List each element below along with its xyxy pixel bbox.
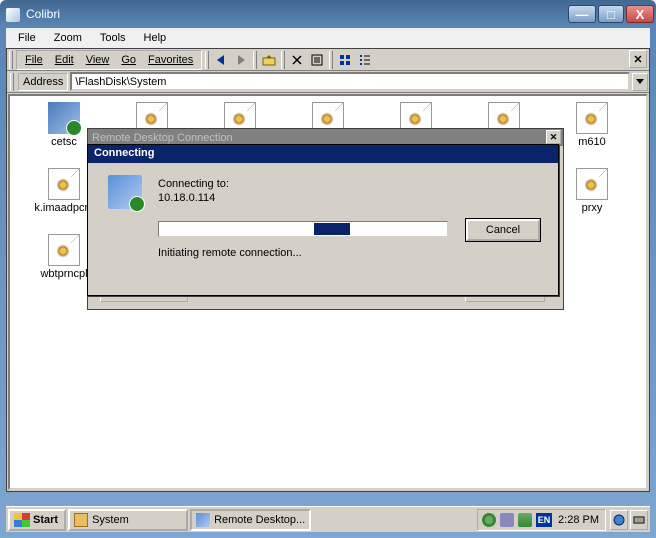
explorer-close-button[interactable]: ✕ xyxy=(629,50,647,68)
file-icon xyxy=(48,168,80,200)
connecting-body: Connecting to: 10.18.0.114 Cancel Initia… xyxy=(88,163,558,295)
sip-button[interactable] xyxy=(630,510,648,530)
explorer-toolbar: File Edit View Go Favorites ✕ xyxy=(7,49,649,71)
view-large-icons-button[interactable] xyxy=(335,51,355,69)
taskbar-task-button[interactable]: Remote Desktop... xyxy=(190,509,311,531)
tray-icon-2[interactable] xyxy=(500,513,514,527)
task-buttons: System Remote Desktop... xyxy=(68,509,311,531)
task-label: Remote Desktop... xyxy=(214,514,305,526)
address-grip[interactable] xyxy=(10,73,14,91)
menu-tools[interactable]: Tools xyxy=(92,30,134,46)
file-label: prxy xyxy=(556,202,628,214)
outer-window: Colibri — □ X File Zoom Tools Help File … xyxy=(0,0,656,538)
explorer-menubar: File Edit View Go Favorites xyxy=(16,50,202,70)
file-label: m610 xyxy=(556,136,628,148)
toolbar-grip-3[interactable] xyxy=(253,51,257,69)
show-desktop-button[interactable] xyxy=(610,510,628,530)
menu-file[interactable]: File xyxy=(10,30,44,46)
tray-icon-1[interactable] xyxy=(482,513,496,527)
file-icon xyxy=(576,168,608,200)
system-tray: EN 2:28 PM xyxy=(477,509,606,531)
tray-language[interactable]: EN xyxy=(536,513,552,527)
taskbar: Start System Remote Desktop... EN 2:28 PM xyxy=(6,506,650,532)
file-icon xyxy=(48,234,80,266)
progress-bar xyxy=(158,221,448,237)
address-label: Address xyxy=(18,73,68,91)
connecting-dialog: Connecting Connecting to: 10.18.0.114 Ca… xyxy=(87,144,559,296)
outer-titlebar: Colibri — □ X xyxy=(0,0,656,28)
connecting-label: Connecting to: xyxy=(158,177,544,191)
rdp-icon xyxy=(108,175,142,209)
ce-menu-edit[interactable]: Edit xyxy=(49,52,80,68)
rdp-close-button[interactable]: ✕ xyxy=(546,130,561,144)
tray-network-icon[interactable] xyxy=(518,513,532,527)
window-buttons: — □ X xyxy=(568,5,654,23)
file-item[interactable]: prxy xyxy=(556,168,628,214)
menu-help[interactable]: Help xyxy=(136,30,175,46)
file-icon xyxy=(48,102,80,134)
properties-button[interactable] xyxy=(307,51,327,69)
forward-button[interactable] xyxy=(231,51,251,69)
outer-menubar: File Zoom Tools Help xyxy=(6,28,650,48)
minimize-button[interactable]: — xyxy=(568,5,596,23)
ce-menu-favorites[interactable]: Favorites xyxy=(142,52,199,68)
ce-menu-file[interactable]: File xyxy=(19,52,49,68)
up-folder-button[interactable] xyxy=(259,51,279,69)
view-list-button[interactable] xyxy=(355,51,375,69)
toolbar-grip-4[interactable] xyxy=(281,51,285,69)
connecting-title: Connecting xyxy=(88,145,558,163)
tray-clock[interactable]: 2:28 PM xyxy=(556,514,601,526)
task-icon xyxy=(196,513,210,527)
connecting-host: 10.18.0.114 xyxy=(158,191,544,205)
cancel-button[interactable]: Cancel xyxy=(466,219,540,241)
tray-right-buttons xyxy=(610,510,648,530)
task-label: System xyxy=(92,514,129,526)
file-icon xyxy=(576,102,608,134)
toolbar-grip-2[interactable] xyxy=(205,51,209,69)
address-bar: Address xyxy=(7,71,649,93)
address-dropdown-button[interactable] xyxy=(632,73,648,91)
task-icon xyxy=(74,513,88,527)
ce-menu-go[interactable]: Go xyxy=(115,52,142,68)
file-item[interactable]: m610 xyxy=(556,102,628,148)
back-button[interactable] xyxy=(211,51,231,69)
toolbar-grip[interactable] xyxy=(9,51,13,69)
connecting-text: Connecting to: 10.18.0.114 xyxy=(158,177,544,205)
outer-window-title: Colibri xyxy=(8,7,568,21)
progress-fill xyxy=(314,223,350,235)
close-button[interactable]: X xyxy=(626,5,654,23)
menu-zoom[interactable]: Zoom xyxy=(46,30,90,46)
address-input[interactable] xyxy=(70,72,630,91)
toolbar-grip-5[interactable] xyxy=(329,51,333,69)
taskbar-task-button[interactable]: System xyxy=(68,509,188,531)
maximize-button[interactable]: □ xyxy=(598,5,624,23)
windows-flag-icon xyxy=(14,513,30,527)
start-label: Start xyxy=(33,514,58,526)
delete-button[interactable] xyxy=(287,51,307,69)
ce-menu-view[interactable]: View xyxy=(80,52,116,68)
start-button[interactable]: Start xyxy=(8,509,66,531)
connecting-status: Initiating remote connection... xyxy=(158,247,544,259)
